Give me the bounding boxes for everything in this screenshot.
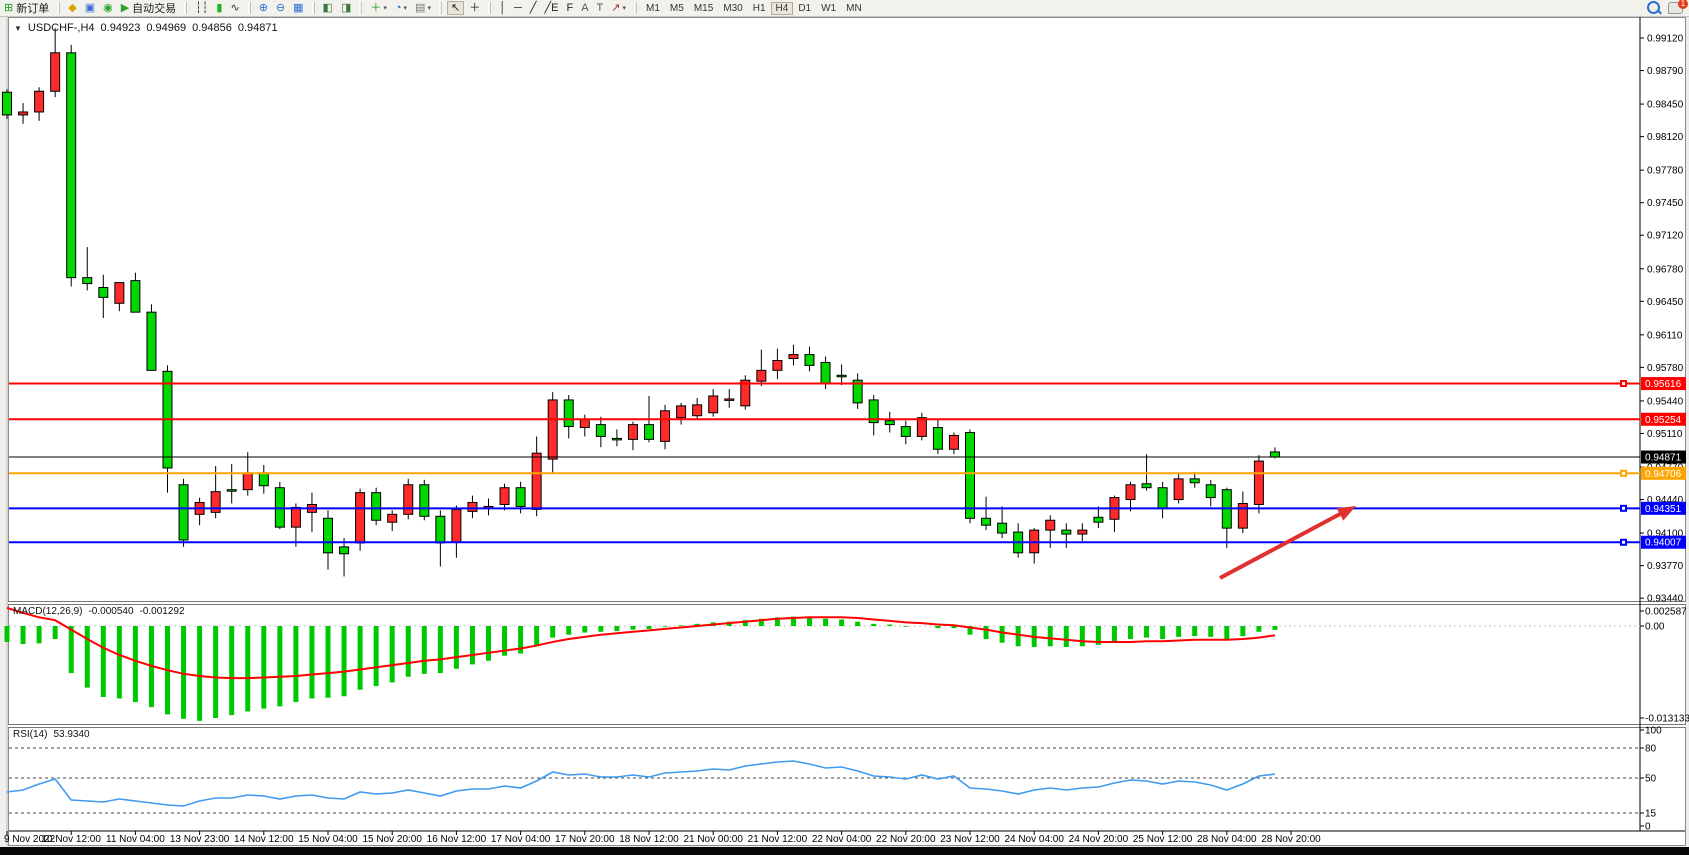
toolbar-separator xyxy=(359,2,362,14)
channel-icon: ╱E xyxy=(544,2,558,14)
toolbar-separator xyxy=(312,2,315,14)
toolbar-separator xyxy=(439,2,442,14)
zoom-out-icon: ⊖ xyxy=(276,2,285,14)
quote-high: 0.94969 xyxy=(146,22,186,34)
new-order-button-label: 新订单 xyxy=(16,0,49,16)
vertical-line-button[interactable]: │ xyxy=(496,1,509,15)
toolbar-separator xyxy=(57,2,60,14)
toolbar-separator xyxy=(488,2,491,14)
cascade-windows-icon: ◨ xyxy=(341,2,351,14)
toolbar-separator xyxy=(634,2,637,14)
autotrading-icon: ▶ xyxy=(121,2,129,14)
main-macd-splitter[interactable] xyxy=(8,601,1686,605)
toolbar-separator xyxy=(184,2,187,14)
signals-button[interactable]: ◉ xyxy=(100,1,116,15)
new-order-button[interactable]: ⊞新订单 xyxy=(1,1,52,15)
quote-open: 0.94923 xyxy=(101,22,141,34)
bar-chart-icon: ┆┆ xyxy=(195,2,208,14)
data-window-icon: ▣ xyxy=(85,2,95,14)
chart-window xyxy=(8,17,1686,846)
data-window-button[interactable]: ▣ xyxy=(82,1,98,15)
rsi-name: RSI(14) xyxy=(13,729,47,740)
main-toolbar: ⊞新订单◆▣◉▶自动交易┆┆▮∿⊕⊖▦◧◨＋▾◔▾▤▾↖＋│─╱╱EFAT↗▾M… xyxy=(0,0,1689,17)
quote-close: 0.94871 xyxy=(238,22,278,34)
label-button[interactable]: T xyxy=(594,1,607,15)
chat-icon[interactable]: 1 xyxy=(1668,2,1683,14)
candlestick-chart-button[interactable]: ▮ xyxy=(213,1,225,15)
arrange-windows-icon: ◧ xyxy=(323,2,333,14)
toolbar-separator xyxy=(248,2,251,14)
chevron-down-icon: ▾ xyxy=(622,4,626,12)
timeframe-h4-button[interactable]: H4 xyxy=(771,2,794,15)
notification-badge: 1 xyxy=(1678,0,1688,9)
channel-button[interactable]: ╱E xyxy=(541,1,561,15)
timeframe-w1-button[interactable]: W1 xyxy=(816,2,841,15)
period-icon: ◔ xyxy=(395,2,402,14)
chart-symbol-period: USDCHF-,H4 xyxy=(28,22,95,34)
label-icon: T xyxy=(597,2,604,14)
signals-icon: ◉ xyxy=(103,2,113,14)
trendline-icon: ╱ xyxy=(530,2,537,14)
macd-indicator-label: MACD(12,26,9) -0.000540 -0.001292 xyxy=(13,606,185,617)
autotrading-button[interactable]: ▶自动交易 xyxy=(118,1,179,15)
add-indicator-button[interactable]: ＋▾ xyxy=(367,1,390,15)
shapes-button[interactable]: ↗▾ xyxy=(608,1,629,15)
macd-name: MACD(12,26,9) xyxy=(13,606,82,617)
timeframe-m5-button[interactable]: M5 xyxy=(665,2,689,15)
horizontal-line-button[interactable]: ─ xyxy=(511,1,525,15)
rsi-indicator-label: RSI(14) 53.9340 xyxy=(13,729,90,740)
zoom-out-button[interactable]: ⊖ xyxy=(273,1,288,15)
crosshair-icon: ＋ xyxy=(469,2,480,14)
zoom-in-button[interactable]: ⊕ xyxy=(256,1,271,15)
rsi-value: 53.9340 xyxy=(53,729,89,740)
chevron-down-icon: ▾ xyxy=(383,4,387,12)
cascade-windows-button[interactable]: ◨ xyxy=(338,1,354,15)
fibonacci-button[interactable]: F xyxy=(563,1,576,15)
vertical-line-icon: │ xyxy=(499,2,506,14)
macd-signal-value: -0.001292 xyxy=(140,606,185,617)
crosshair-button[interactable]: ＋ xyxy=(466,1,483,15)
timeframe-m15-button[interactable]: M15 xyxy=(689,2,718,15)
template-button[interactable]: ▤▾ xyxy=(412,1,434,15)
cursor-icon: ↖ xyxy=(451,2,460,14)
trendline-button[interactable]: ╱ xyxy=(527,1,540,15)
horizontal-line-icon: ─ xyxy=(514,2,522,14)
cursor-button[interactable]: ↖ xyxy=(447,1,464,15)
candlestick-chart-icon: ▮ xyxy=(216,2,222,14)
bottom-black-bar xyxy=(0,847,1689,855)
fibonacci-icon: F xyxy=(566,2,573,14)
new-order-icon: ⊞ xyxy=(4,2,13,14)
timeframe-m1-button[interactable]: M1 xyxy=(641,2,665,15)
shapes-icon: ↗ xyxy=(611,2,620,14)
timeframe-d1-button[interactable]: D1 xyxy=(793,2,816,15)
zoom-in-icon: ⊕ xyxy=(259,2,268,14)
tile-windows-button[interactable]: ▦ xyxy=(290,1,306,15)
line-chart-button[interactable]: ∿ xyxy=(227,1,242,15)
arrange-windows-button[interactable]: ◧ xyxy=(320,1,336,15)
line-chart-icon: ∿ xyxy=(230,2,239,14)
chevron-down-icon: ▾ xyxy=(404,4,408,12)
bar-chart-button[interactable]: ┆┆ xyxy=(192,1,211,15)
macd-rsi-splitter[interactable] xyxy=(8,724,1686,728)
tile-windows-icon: ▦ xyxy=(293,2,303,14)
timeframe-h1-button[interactable]: H1 xyxy=(748,2,771,15)
template-icon: ▤ xyxy=(415,2,425,14)
timeframe-m30-button[interactable]: M30 xyxy=(718,2,747,15)
quote-low: 0.94856 xyxy=(192,22,232,34)
autotrading-button-label: 自动交易 xyxy=(132,0,176,16)
market-watch-button[interactable]: ◆ xyxy=(65,1,79,15)
market-watch-icon: ◆ xyxy=(68,2,76,14)
chart-collapse-icon[interactable]: ▼ xyxy=(14,24,22,33)
macd-main-value: -0.000540 xyxy=(88,606,133,617)
search-icon[interactable] xyxy=(1647,1,1660,14)
chevron-down-icon: ▾ xyxy=(427,4,431,12)
add-indicator-icon: ＋ xyxy=(370,2,381,14)
timeframe-mn-button[interactable]: MN xyxy=(841,2,867,15)
period-button[interactable]: ◔▾ xyxy=(392,1,410,15)
text-button[interactable]: A xyxy=(578,1,591,15)
chart-header: ▼ USDCHF-,H4 0.94923 0.94969 0.94856 0.9… xyxy=(14,22,278,34)
text-icon: A xyxy=(581,2,588,14)
